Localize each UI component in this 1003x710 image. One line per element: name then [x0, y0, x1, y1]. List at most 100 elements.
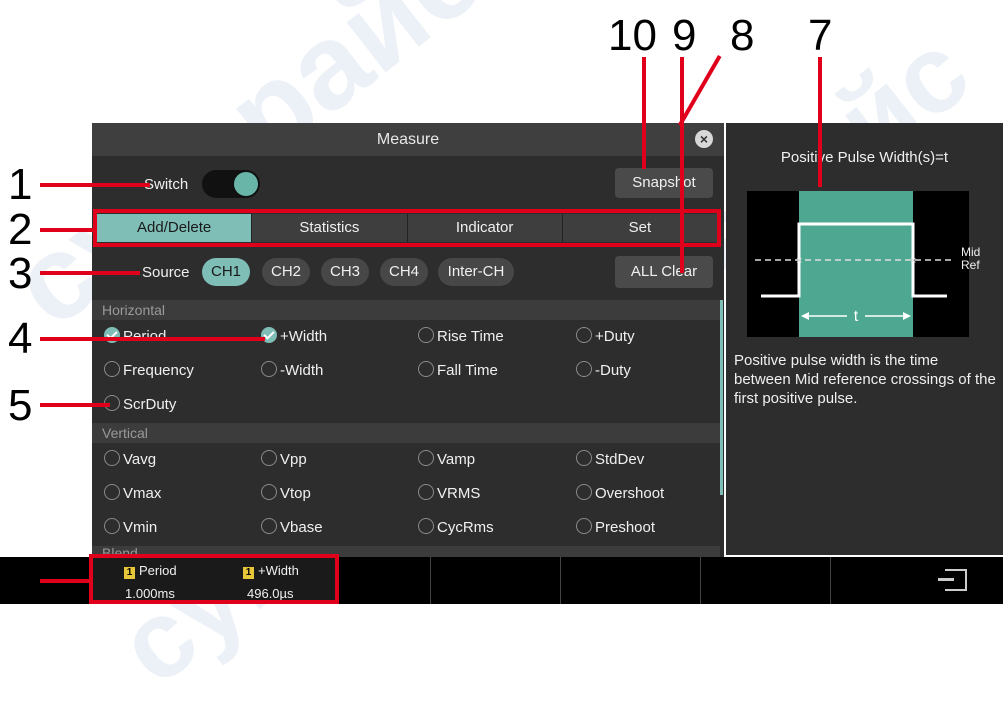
option-frequency[interactable]: Frequency: [104, 361, 194, 381]
callout-line-3: [40, 271, 140, 275]
radio-icon: [418, 361, 434, 378]
callout-line-2: [40, 228, 96, 232]
option-label: Frequency: [123, 362, 194, 379]
radio-icon: [576, 361, 592, 378]
callout-line-6: [40, 579, 92, 583]
callout-number: 5: [8, 381, 33, 430]
option-scrduty[interactable]: ScrDuty: [104, 395, 176, 415]
option-label: CycRms: [437, 519, 494, 536]
ref-text: Ref: [961, 258, 980, 272]
t-label: t: [854, 308, 859, 325]
callout-line-9: [680, 57, 684, 273]
help-description: Positive pulse width is the time between…: [734, 352, 996, 407]
radio-icon: [261, 484, 277, 501]
callout-line-5: [40, 403, 110, 407]
scrollbar[interactable]: [720, 300, 723, 495]
callout-number: 9: [672, 11, 697, 60]
radio-icon: [418, 327, 434, 344]
callout-line-10: [642, 57, 646, 169]
option-label: +Duty: [595, 328, 635, 345]
source-ch4[interactable]: CH4: [380, 258, 428, 286]
radio-icon: [576, 327, 592, 344]
callout-box-tabs: [93, 209, 721, 247]
help-title: Positive Pulse Width(s)=t: [780, 149, 949, 166]
option-label: +Width: [280, 328, 328, 345]
callout-number: 10: [608, 11, 657, 60]
option-label: Vmin: [123, 519, 158, 536]
radio-icon: [418, 518, 434, 535]
radio-icon: [261, 361, 277, 378]
callout-number: 1: [8, 160, 33, 209]
section-vertical: Vertical: [92, 423, 720, 443]
option-vavg[interactable]: Vavg: [104, 450, 156, 470]
option-overshoot[interactable]: Overshoot: [576, 484, 664, 504]
pulse-width-diagram: × × t: [747, 191, 969, 337]
cross-marker: ×: [796, 255, 802, 267]
radio-icon: [104, 484, 120, 501]
option-label: Vbase: [280, 519, 323, 536]
option-fall-time[interactable]: Fall Time: [418, 361, 498, 381]
option-label: Rise Time: [437, 328, 504, 345]
switch-label: Switch: [144, 176, 189, 193]
radio-icon: [104, 450, 120, 467]
option-minus-duty[interactable]: -Duty: [576, 361, 631, 381]
source-ch2[interactable]: CH2: [262, 258, 310, 286]
callout-number: 2: [8, 205, 33, 254]
option-plus-duty[interactable]: +Duty: [576, 327, 635, 347]
snapshot-button[interactable]: Snapshot: [615, 168, 713, 198]
source-inter-ch[interactable]: Inter-CH: [438, 258, 514, 286]
option-vbase[interactable]: Vbase: [261, 518, 323, 538]
grid-line: [560, 557, 561, 604]
radio-icon: [576, 450, 592, 467]
callout-box-measure-bar: [89, 554, 339, 604]
cross-marker: ×: [910, 255, 916, 267]
section-horizontal: Horizontal: [92, 300, 720, 320]
option-label: Vmax: [123, 485, 162, 502]
radio-icon: [576, 484, 592, 501]
radio-icon: [104, 518, 120, 535]
grid-line: [830, 557, 831, 604]
callout-line-4: [40, 337, 265, 341]
callout-line-7: [818, 57, 822, 187]
option-rise-time[interactable]: Rise Time: [418, 327, 504, 347]
option-vpp[interactable]: Vpp: [261, 450, 307, 470]
callout-number: 3: [8, 249, 33, 298]
measure-switch[interactable]: [202, 170, 260, 198]
option-label: Preshoot: [595, 519, 656, 536]
source-ch3[interactable]: CH3: [321, 258, 369, 286]
source-ch1[interactable]: CH1: [202, 258, 250, 286]
option-vrms[interactable]: VRMS: [418, 484, 480, 504]
option-label: VRMS: [437, 485, 481, 502]
option-label: ScrDuty: [123, 396, 177, 413]
callout-line-1: [40, 183, 150, 187]
radio-icon: [418, 450, 434, 467]
option-vmin[interactable]: Vmin: [104, 518, 157, 538]
all-clear-button[interactable]: ALL Clear: [615, 256, 713, 288]
radio-icon: [104, 361, 120, 378]
option-label: Overshoot: [595, 485, 665, 502]
option-plus-width[interactable]: +Width: [261, 327, 327, 347]
callout-line-8: [678, 55, 722, 127]
option-label: Fall Time: [437, 362, 498, 379]
callout-number: 8: [730, 11, 755, 60]
callout-number: 7: [808, 11, 833, 60]
radio-icon: [261, 518, 277, 535]
option-vmax[interactable]: Vmax: [104, 484, 161, 504]
exit-arrow: [938, 578, 954, 581]
option-minus-width[interactable]: -Width: [261, 361, 323, 381]
option-preshoot[interactable]: Preshoot: [576, 518, 655, 538]
close-icon[interactable]: ×: [695, 130, 713, 148]
option-cycrms[interactable]: CycRms: [418, 518, 494, 538]
option-label: StdDev: [595, 451, 645, 468]
dialog-title: Measure: [92, 123, 724, 156]
option-vamp[interactable]: Vamp: [418, 450, 475, 470]
source-label: Source: [142, 264, 190, 281]
grid-line: [430, 557, 431, 604]
option-vtop[interactable]: Vtop: [261, 484, 311, 504]
option-label: Vamp: [437, 451, 476, 468]
mid-ref-label: Mid Ref: [961, 246, 980, 272]
option-label: Vpp: [280, 451, 307, 468]
option-label: -Duty: [595, 362, 631, 379]
option-stddev[interactable]: StdDev: [576, 450, 644, 470]
radio-icon: [418, 484, 434, 501]
